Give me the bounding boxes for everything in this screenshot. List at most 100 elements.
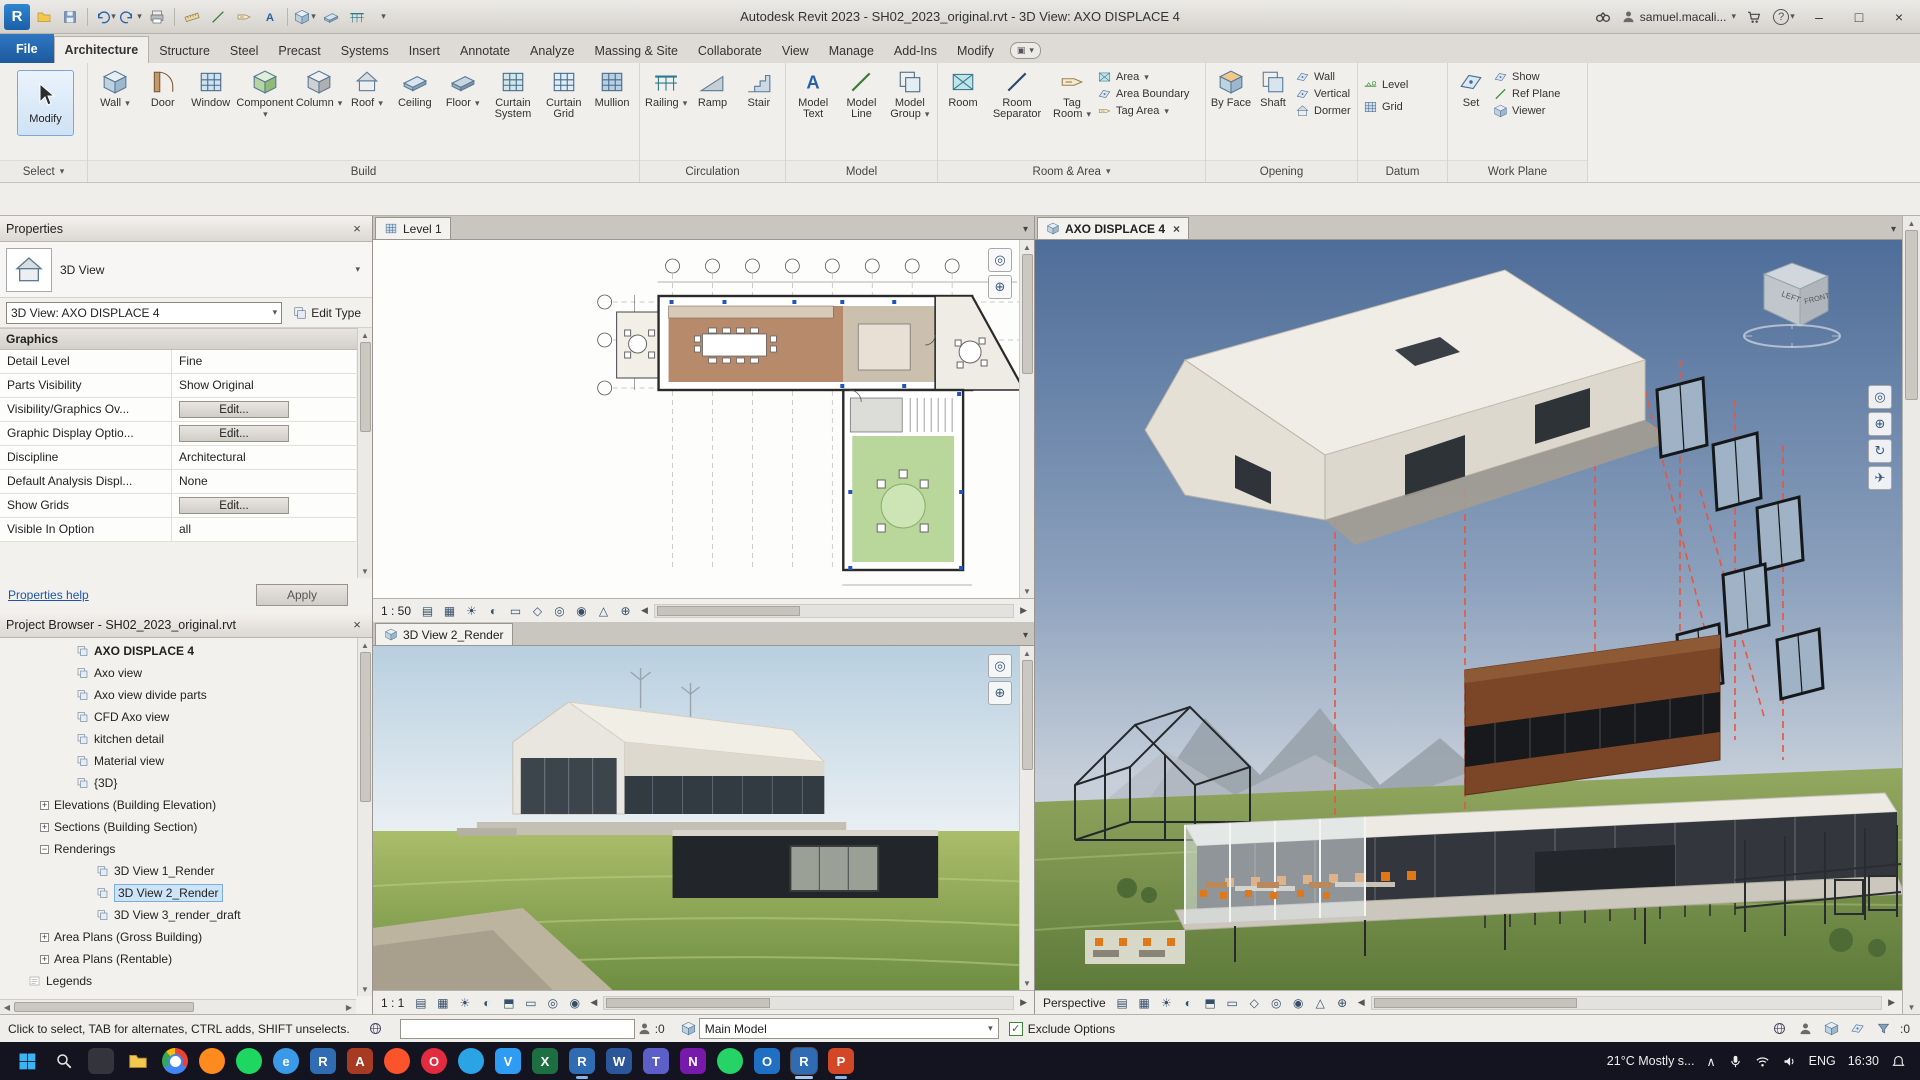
tree-item[interactable]: AXO DISPLACE 4 [0, 640, 356, 662]
tool-room-separator[interactable]: Room Separator [985, 66, 1049, 120]
tool-ref-plane[interactable]: Ref Plane [1493, 87, 1560, 101]
search-button[interactable] [51, 1048, 77, 1074]
section-graphics[interactable]: Graphics∧ [0, 328, 372, 350]
active-workset-field[interactable] [399, 1018, 635, 1039]
reveal-hidden-icon[interactable]: ◉ [1289, 994, 1308, 1012]
request-icon[interactable] [1796, 1019, 1816, 1039]
pan-right-icon[interactable]: ▶ [1017, 997, 1030, 1008]
measure-button[interactable] [180, 5, 204, 29]
tab-list-dropdown[interactable]: ▾ [1891, 224, 1902, 239]
render-vscrollbar[interactable]: ▲ ▼ [1019, 646, 1034, 990]
browser-scrollbar[interactable]: ▲ ▼ [357, 638, 372, 996]
render-canvas[interactable]: ◎ ⊕ ▲ ▼ [373, 646, 1034, 990]
tool-mullion[interactable]: Mullion [588, 66, 636, 109]
temporary-hide-icon[interactable]: ◎ [1267, 994, 1286, 1012]
property-value[interactable]: all [172, 518, 356, 541]
tree-item[interactable]: − Renderings [0, 838, 356, 860]
expand-icon[interactable]: + [40, 954, 49, 964]
tree-item[interactable]: + Elevations (Building Elevation) [0, 794, 356, 816]
plan-vscrollbar[interactable]: ▲ ▼ [1019, 240, 1034, 598]
tool-opening-vertical[interactable]: Vertical [1295, 87, 1351, 101]
scrollbar-thumb[interactable] [14, 1002, 194, 1012]
property-row[interactable]: Graphic Display Optio... Edit... [0, 422, 356, 446]
scale-button[interactable]: 1 : 50 [377, 604, 415, 618]
view-tab-3d-view-2-render[interactable]: 3D View 2_Render [375, 623, 513, 645]
aligned-dimension-button[interactable] [206, 5, 230, 29]
tree-item[interactable]: {3D} [0, 772, 356, 794]
clock[interactable]: 16:30 [1848, 1054, 1879, 1068]
print-button[interactable] [145, 5, 169, 29]
thin-lines-button[interactable] [345, 5, 369, 29]
perspective-label[interactable]: Perspective [1039, 996, 1110, 1010]
shadows-icon[interactable]: ◐ [477, 994, 496, 1012]
tab-manage[interactable]: Manage [819, 38, 884, 63]
tab-add-ins[interactable]: Add-Ins [884, 38, 947, 63]
scrollbar-thumb[interactable] [1905, 230, 1918, 400]
taskbar-app-revit[interactable]: R [310, 1048, 336, 1074]
taskbar-app-revit-active[interactable]: R [790, 1047, 818, 1079]
property-value[interactable]: Architectural [172, 446, 356, 469]
default-3d-view-button[interactable]: ▾ [293, 5, 317, 29]
analysis-icon[interactable]: △ [1311, 994, 1330, 1012]
tab-file[interactable]: File [0, 34, 54, 63]
open-button[interactable] [32, 5, 56, 29]
taskbar-app-autocad[interactable]: A [347, 1048, 373, 1074]
maximize-button[interactable]: □ [1842, 3, 1876, 31]
tab-view[interactable]: View [772, 38, 819, 63]
view-tab-level1[interactable]: Level 1 [375, 217, 451, 239]
detail-level-icon[interactable]: ▤ [418, 602, 437, 620]
scroll-down-icon[interactable]: ▼ [1023, 584, 1031, 598]
property-row[interactable]: Parts Visibility Show Original [0, 374, 356, 398]
tool-room[interactable]: Room [941, 66, 985, 109]
tab-structure[interactable]: Structure [149, 38, 220, 63]
language-indicator[interactable]: ENG [1809, 1054, 1836, 1068]
scroll-up-icon[interactable]: ▲ [361, 638, 369, 652]
expand-icon[interactable]: + [40, 822, 49, 832]
steering-wheel-icon[interactable]: ◎ [988, 654, 1012, 678]
tree-item[interactable]: Axo view [0, 662, 356, 684]
render-hscrollbar[interactable] [603, 995, 1015, 1010]
tab-annotate[interactable]: Annotate [450, 38, 520, 63]
property-row[interactable]: Visible In Option all [0, 518, 356, 542]
pan-left-icon[interactable]: ◀ [587, 997, 600, 1008]
temporary-hide-icon[interactable]: ◎ [550, 602, 569, 620]
scroll-right-icon[interactable]: ▶ [342, 1003, 356, 1012]
constraints-icon[interactable]: ⊕ [1333, 994, 1352, 1012]
hidden-icons-chevron[interactable]: ∧ [1706, 1054, 1715, 1069]
close-button[interactable]: × [1882, 3, 1916, 31]
property-row[interactable]: Discipline Architectural [0, 446, 356, 470]
apply-button[interactable]: Apply [256, 584, 348, 606]
visual-style-icon[interactable]: ▦ [1135, 994, 1154, 1012]
scrollbar-thumb[interactable] [359, 652, 371, 802]
taskbar-app-revit-2[interactable]: R [569, 1048, 595, 1079]
crop-view-icon[interactable]: ▭ [506, 602, 525, 620]
property-row[interactable]: Visibility/Graphics Ov... Edit... [0, 398, 356, 422]
visual-style-icon[interactable]: ▦ [433, 994, 452, 1012]
tool-wall[interactable]: Wall ▾ [91, 66, 139, 109]
render-icon[interactable]: ⬒ [499, 994, 518, 1012]
edit-button[interactable]: Edit... [179, 497, 289, 514]
visual-style-icon[interactable]: ▦ [440, 602, 459, 620]
property-row[interactable]: Show Grids Edit... [0, 494, 356, 518]
tab-collaborate[interactable]: Collaborate [688, 38, 772, 63]
instance-selector[interactable]: 3D View: AXO DISPLACE 4 ▾ [6, 301, 283, 324]
tool-column[interactable]: Column ▾ [295, 66, 343, 109]
scroll-left-icon[interactable]: ◀ [0, 1003, 14, 1012]
taskbar-app-file-explorer[interactable] [125, 1048, 151, 1074]
scrollbar-thumb[interactable] [1021, 254, 1033, 374]
tab-steel[interactable]: Steel [220, 38, 269, 63]
reveal-hidden-icon[interactable]: ◉ [565, 994, 584, 1012]
tool-railing[interactable]: Railing ▾ [643, 66, 689, 109]
worksharing-display-icon[interactable] [1770, 1019, 1790, 1039]
tool-roof[interactable]: Roof ▾ [343, 66, 391, 109]
collapse-icon[interactable]: − [40, 844, 49, 854]
expand-icon[interactable]: + [40, 800, 49, 810]
save-button[interactable] [58, 5, 82, 29]
revit-app-icon[interactable]: R [4, 3, 30, 30]
tree-item-selected[interactable]: 3D View 2_Render [0, 882, 356, 904]
edit-button[interactable]: Edit... [179, 401, 289, 418]
tree-item[interactable]: 3D View 3_render_draft [0, 904, 356, 926]
taskbar-app-brave[interactable] [384, 1048, 410, 1074]
text-button[interactable] [258, 5, 282, 29]
start-button[interactable] [14, 1048, 40, 1074]
